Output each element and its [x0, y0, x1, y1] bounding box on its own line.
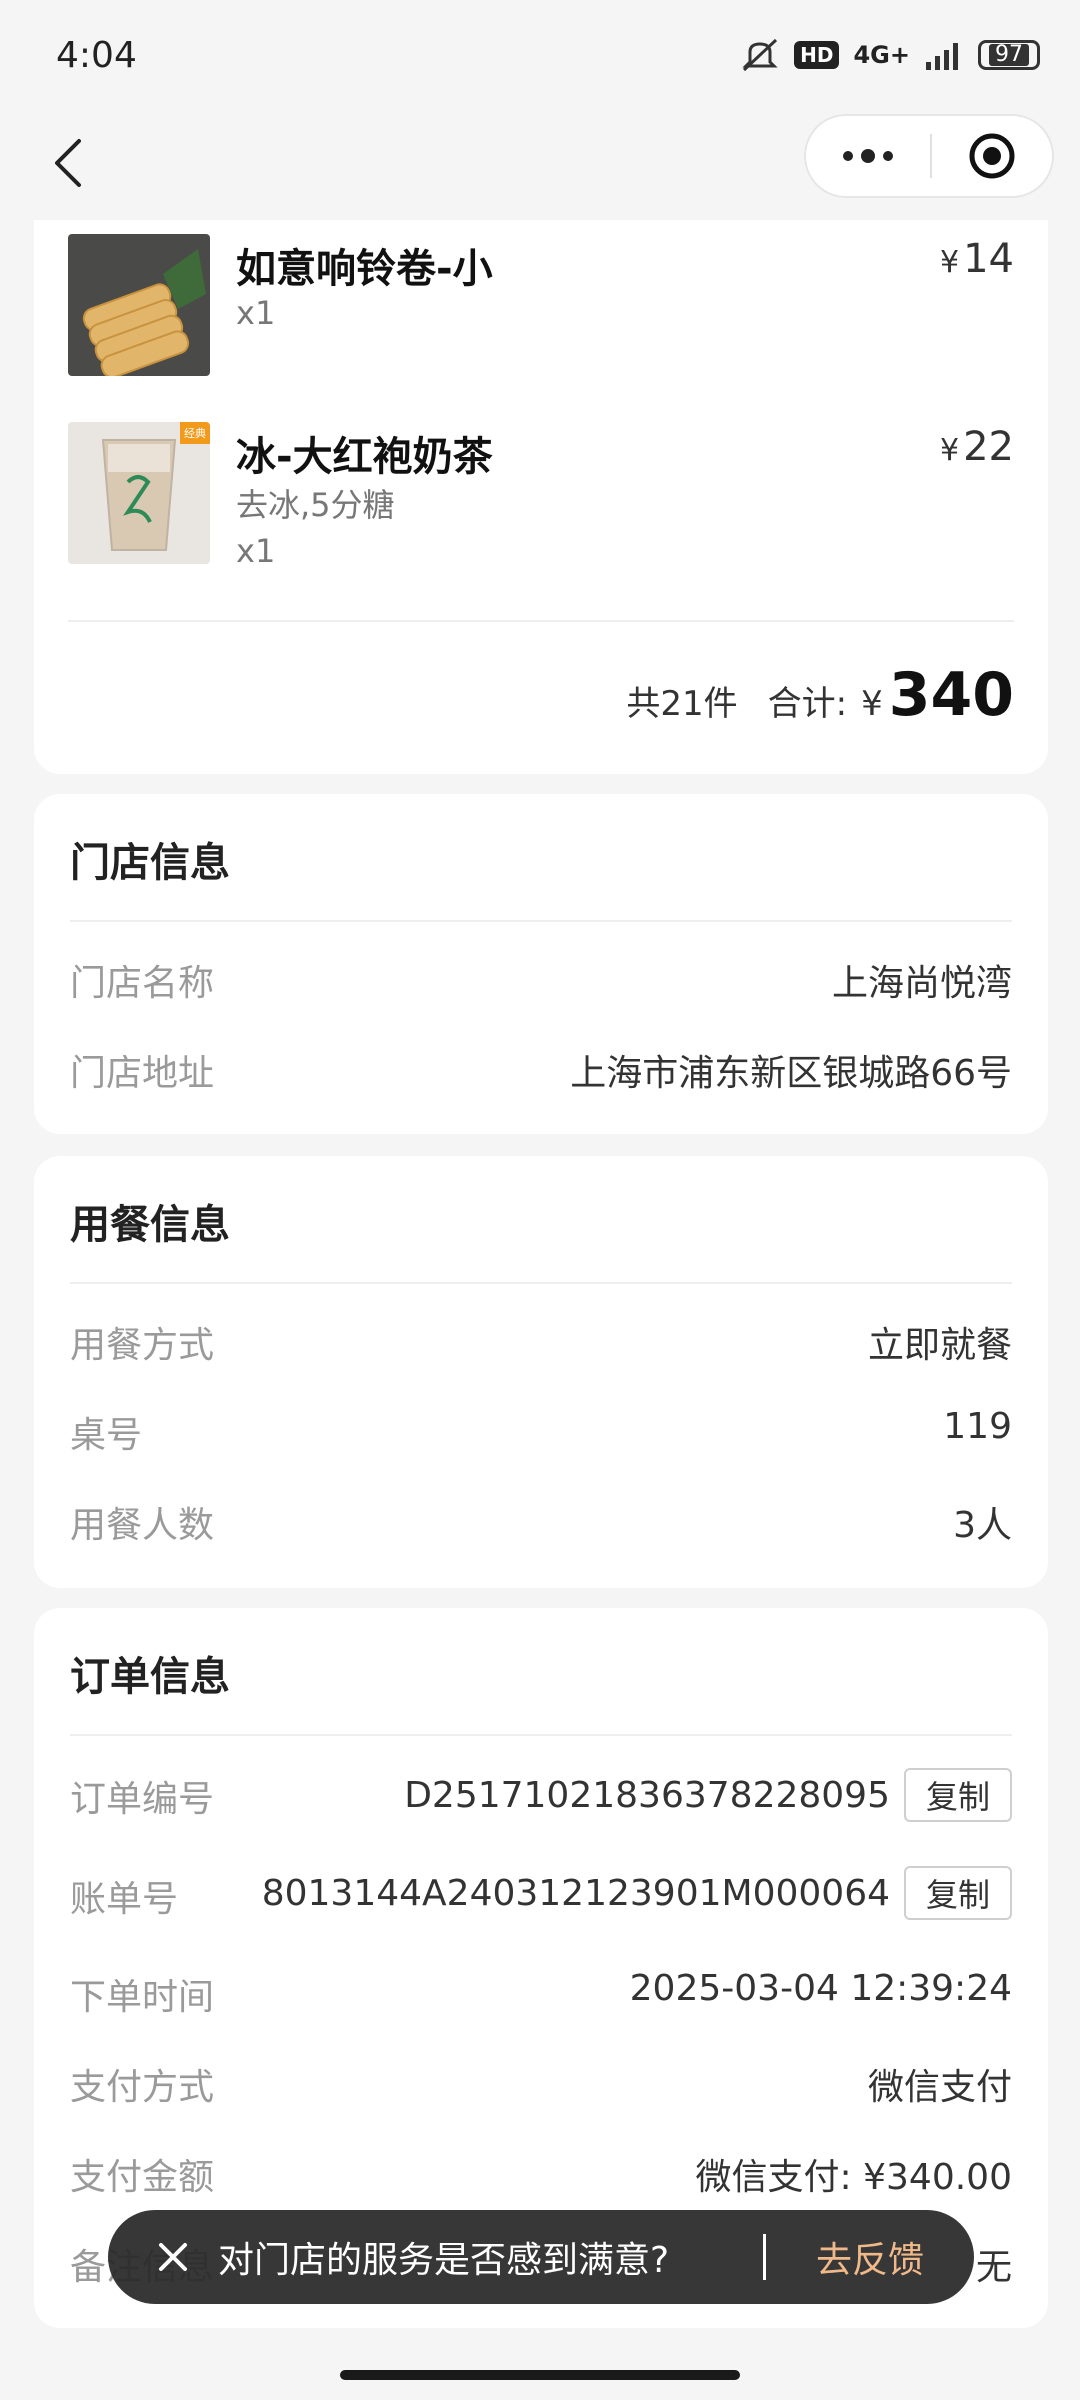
back-button[interactable] — [34, 128, 104, 198]
price-value: 14 — [963, 236, 1014, 282]
toast-message: 对门店的服务是否感到满意? — [218, 2240, 670, 2281]
status-time: 4:04 — [56, 34, 137, 76]
section-title: 订单信息 — [70, 1654, 230, 1700]
feedback-link[interactable]: 去反馈 — [816, 2231, 924, 2283]
toast-close-button[interactable] — [148, 2232, 198, 2282]
status-bar: 4:04 HD 4G+ 97 — [0, 0, 1080, 110]
item-name: 冰-大红袍奶茶 — [236, 434, 493, 480]
store-name: 上海尚悦湾 — [831, 963, 1012, 1004]
order-time: 2025-03-04 12:39:24 — [629, 1968, 1012, 2009]
nav-bar — [0, 110, 1080, 220]
dining-info-card: 用餐信息 用餐方式 立即就餐 桌号 119 用餐人数 3人 — [34, 1156, 1048, 1588]
divider — [68, 620, 1014, 622]
battery-level: 97 — [989, 44, 1029, 66]
product-image: 经典 — [68, 422, 210, 564]
divider — [70, 920, 1012, 922]
order-items-card: 如意响铃卷-小 x1 ¥14 经典 冰-大红袍奶茶 去冰,5分糖 x1 ¥22 … — [34, 220, 1048, 774]
list-item[interactable]: 如意响铃卷-小 x1 ¥14 — [68, 234, 1014, 378]
mute-icon — [742, 38, 778, 72]
total-count: 共21件 — [626, 684, 738, 724]
order-total: 共21件 合计: ¥ 340 — [626, 660, 1014, 730]
feedback-toast: 对门店的服务是否感到满意? 去反馈 — [108, 2210, 974, 2304]
store-name-label: 门店名称 — [70, 963, 215, 1004]
battery-icon: 97 — [978, 40, 1040, 70]
currency-symbol: ¥ — [940, 245, 960, 280]
order-number-row: D25171021836378228095 复制 — [404, 1768, 1012, 1822]
people-count-label: 用餐人数 — [70, 1505, 215, 1546]
total-label: 合计: — [767, 684, 848, 724]
payment-method: 微信支付 — [867, 2067, 1012, 2108]
remark-value: 无 — [975, 2247, 1012, 2288]
close-icon — [159, 2243, 187, 2271]
target-icon — [969, 133, 1015, 179]
order-number: D25171021836378228095 — [404, 1774, 890, 1816]
item-qty: x1 — [236, 294, 276, 332]
section-title: 门店信息 — [70, 840, 230, 886]
dining-mode: 立即就餐 — [867, 1325, 1012, 1366]
more-button[interactable] — [806, 116, 930, 196]
payment-method-label: 支付方式 — [70, 2067, 215, 2108]
bill-number: 8013144A240312123901M000064 — [261, 1872, 890, 1914]
item-name: 如意响铃卷-小 — [236, 246, 493, 292]
product-badge: 经典 — [184, 426, 206, 440]
table-number: 119 — [943, 1406, 1012, 1447]
table-number-label: 桌号 — [70, 1415, 143, 1456]
item-price: ¥22 — [940, 424, 1014, 470]
bill-number-label: 账单号 — [70, 1879, 179, 1920]
item-price: ¥14 — [940, 236, 1014, 282]
order-time-label: 下单时间 — [70, 1977, 215, 2018]
payment-amount: 微信支付: ¥340.00 — [695, 2157, 1012, 2198]
list-item[interactable]: 经典 冰-大红袍奶茶 去冰,5分糖 x1 ¥22 — [68, 422, 1014, 592]
signal-icon — [926, 43, 958, 70]
order-number-label: 订单编号 — [70, 1779, 215, 1820]
toast-divider — [762, 2234, 766, 2280]
item-options: 去冰,5分糖 — [236, 486, 395, 524]
price-value: 22 — [963, 424, 1014, 470]
store-address-label: 门店地址 — [70, 1053, 215, 1094]
divider — [70, 1734, 1012, 1736]
bill-number-row: 8013144A240312123901M000064 复制 — [262, 1866, 1012, 1920]
mini-program-capsule — [804, 114, 1054, 198]
store-address: 上海市浦东新区银城路66号 — [570, 1053, 1012, 1094]
currency-symbol: ¥ — [861, 684, 883, 724]
divider — [70, 1282, 1012, 1284]
total-amount: 340 — [888, 660, 1014, 730]
section-title: 用餐信息 — [70, 1202, 230, 1248]
home-indicator[interactable] — [340, 2370, 740, 2380]
product-image — [68, 234, 210, 376]
chevron-left-icon — [55, 139, 81, 187]
payment-amount-label: 支付金额 — [70, 2157, 215, 2198]
currency-symbol: ¥ — [940, 433, 960, 468]
close-miniprogram-button[interactable] — [932, 116, 1052, 196]
network-type: 4G+ — [853, 41, 910, 69]
dining-mode-label: 用餐方式 — [70, 1325, 215, 1366]
more-dots-icon — [843, 149, 893, 163]
copy-bill-number-button[interactable]: 复制 — [904, 1866, 1012, 1920]
item-qty: x1 — [236, 532, 276, 570]
status-icons: HD 4G+ 97 — [740, 38, 1040, 72]
people-count: 3人 — [953, 1505, 1012, 1546]
store-info-card: 门店信息 门店名称 上海尚悦湾 门店地址 上海市浦东新区银城路66号 — [34, 794, 1048, 1134]
copy-order-number-button[interactable]: 复制 — [904, 1768, 1012, 1822]
hd-badge: HD — [794, 41, 840, 69]
